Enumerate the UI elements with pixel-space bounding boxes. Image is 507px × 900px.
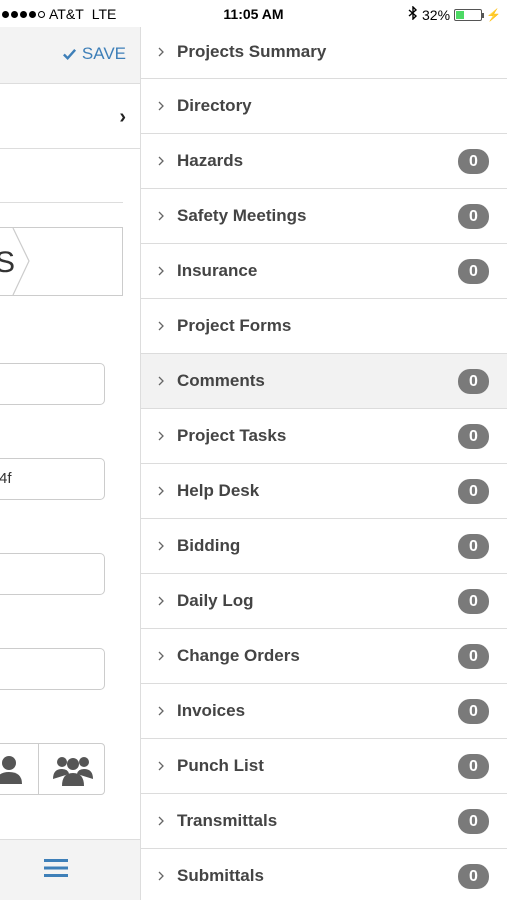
menu-item-label: Hazards — [177, 151, 244, 170]
save-button[interactable]: SAVE — [62, 44, 126, 64]
count-badge: 0 — [458, 753, 489, 779]
menu-item-hazards[interactable]: Hazards 0 — [141, 134, 507, 189]
group-icon — [53, 757, 93, 786]
left-footer — [0, 839, 140, 900]
count-badge: 0 — [458, 808, 489, 834]
left-header: SAVE — [0, 27, 140, 84]
audience-selector — [0, 743, 105, 795]
chevron-right-icon — [158, 101, 164, 111]
menu-item-projects-summary[interactable]: Projects Summary — [141, 25, 507, 79]
chevron-right-icon — [158, 156, 164, 166]
save-label: SAVE — [81, 44, 126, 63]
count-badge: 0 — [458, 588, 489, 614]
menu-item-punch-list[interactable]: Punch List 0 — [141, 739, 507, 794]
menu-item-daily-log[interactable]: Daily Log 0 — [141, 574, 507, 629]
menu-item-label: Submittals — [177, 866, 264, 885]
status-bar: AT&T LTE 11:05 AM 32% ⚡ — [0, 0, 507, 27]
text-field-3[interactable] — [0, 553, 105, 595]
count-badge: 0 — [458, 148, 489, 174]
chevron-right-icon — [158, 816, 164, 826]
count-badge: 0 — [458, 423, 489, 449]
menu-item-label: Punch List — [177, 756, 264, 775]
status-right: 32% ⚡ — [408, 5, 501, 23]
chevron-right-icon: › — [119, 106, 126, 128]
text-field-1[interactable] — [0, 363, 105, 405]
count-badge: 0 — [458, 203, 489, 229]
menu-item-label: Safety Meetings — [177, 206, 307, 225]
breadcrumb[interactable]: S — [0, 227, 123, 296]
count-badge: 0 — [458, 643, 489, 669]
menu-item-label: Directory — [177, 96, 252, 115]
menu-item-label: Change Orders — [177, 646, 300, 665]
menu-item-help-desk[interactable]: Help Desk 0 — [141, 464, 507, 519]
menu-item-project-tasks[interactable]: Project Tasks 0 — [141, 409, 507, 464]
menu-item-label: Daily Log — [177, 591, 254, 610]
chevron-right-icon — [158, 376, 164, 386]
menu-item-label: Transmittals — [177, 811, 278, 830]
chevron-right-icon — [158, 486, 164, 496]
menu-item-bidding[interactable]: Bidding 0 — [141, 519, 507, 574]
menu-item-label: Insurance — [177, 261, 258, 280]
battery-icon — [454, 8, 485, 21]
chevron-right-icon — [158, 431, 164, 441]
check-icon — [62, 48, 76, 60]
chevron-right-icon — [158, 596, 164, 606]
count-badge: 0 — [458, 863, 489, 889]
battery-percent: 32% — [422, 6, 451, 23]
menu-item-label: Bidding — [177, 536, 241, 555]
chevron-right-icon — [158, 541, 164, 551]
menu-item-label: Project Tasks — [177, 426, 287, 445]
chevron-right-icon — [158, 266, 164, 276]
divider — [0, 202, 123, 203]
group-users-button[interactable] — [39, 744, 105, 794]
menu-item-label: Project Forms — [177, 316, 292, 335]
menu-item-directory[interactable]: Directory — [141, 79, 507, 134]
menu-item-safety-meetings[interactable]: Safety Meetings 0 — [141, 189, 507, 244]
project-menu: Projects Summary Directory Hazards 0 Safety … — [141, 25, 507, 900]
menu-item-insurance[interactable]: Insurance 0 — [141, 244, 507, 299]
chevron-right-icon — [158, 871, 164, 881]
count-badge: 0 — [458, 368, 489, 394]
count-badge: 0 — [458, 533, 489, 559]
hamburger-menu-icon[interactable] — [44, 858, 68, 878]
menu-item-submittals[interactable]: Submittals 0 — [141, 849, 507, 900]
chevron-right-icon — [158, 47, 164, 56]
menu-item-label: Projects Summary — [177, 41, 327, 61]
breadcrumb-arrow-icon — [12, 228, 30, 295]
menu-item-invoices[interactable]: Invoices 0 — [141, 684, 507, 739]
menu-item-transmittals[interactable]: Transmittals 0 — [141, 794, 507, 849]
charging-icon: ⚡ — [486, 7, 501, 22]
chevron-right-icon — [158, 761, 164, 771]
menu-item-project-forms[interactable]: Project Forms — [141, 299, 507, 354]
count-badge: 0 — [458, 478, 489, 504]
text-field-2[interactable]: 4f — [0, 458, 105, 500]
user-icon — [0, 756, 22, 784]
count-badge: 0 — [458, 258, 489, 284]
menu-item-label: Comments — [177, 371, 265, 390]
menu-item-change-orders[interactable]: Change Orders 0 — [141, 629, 507, 684]
single-user-button[interactable] — [0, 744, 39, 794]
nav-row[interactable]: › — [0, 84, 140, 149]
menu-item-label: Invoices — [177, 701, 246, 720]
chevron-right-icon — [158, 321, 164, 331]
chevron-right-icon — [158, 211, 164, 221]
left-pane: SAVE › S 4f — [0, 27, 141, 900]
menu-item-label: Help Desk — [177, 481, 260, 500]
text-field-4[interactable] — [0, 648, 105, 690]
menu-item-comments[interactable]: Comments 0 — [141, 354, 507, 409]
bluetooth-icon — [408, 5, 418, 23]
count-badge: 0 — [458, 698, 489, 724]
chevron-right-icon — [158, 651, 164, 661]
chevron-right-icon — [158, 706, 164, 716]
